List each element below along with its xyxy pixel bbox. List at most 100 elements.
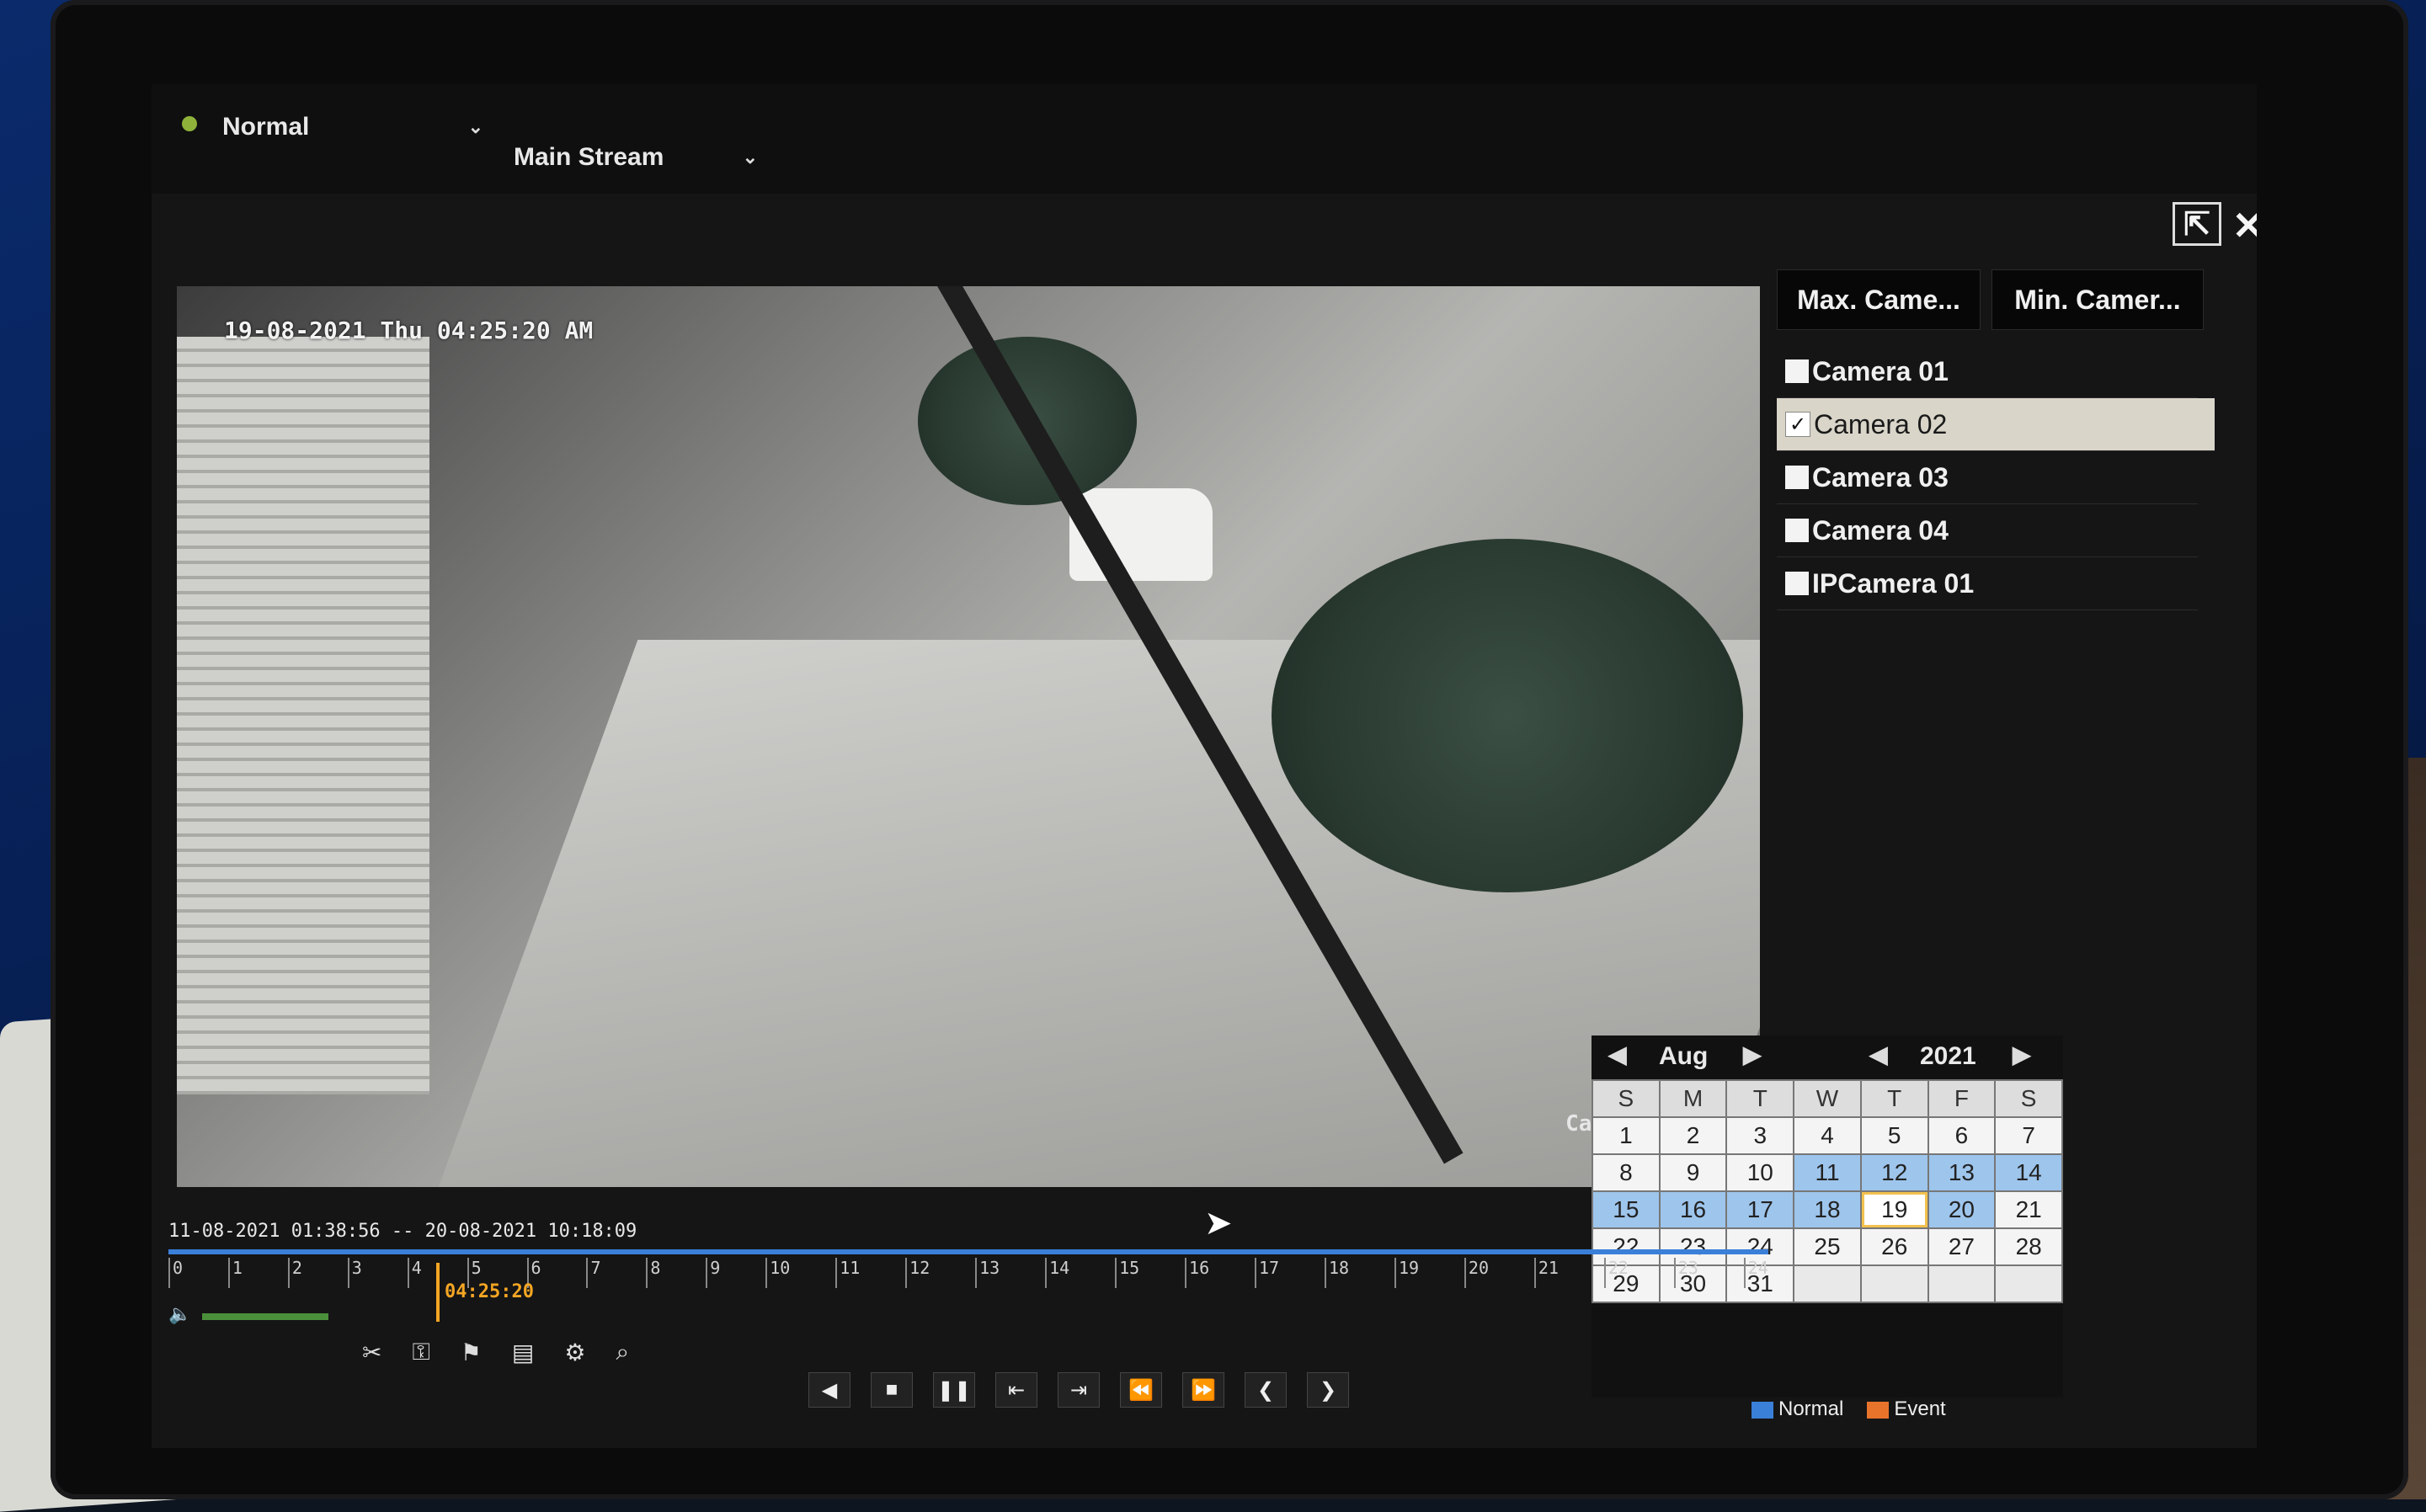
slow-icon[interactable]: ⏪ (1120, 1372, 1162, 1408)
max-camera-button[interactable]: Max. Came... (1777, 269, 1981, 330)
fullscreen-icon[interactable]: ⇱ (2173, 202, 2221, 246)
calendar-day[interactable]: 1 (1593, 1118, 1659, 1153)
reverse-play-icon[interactable]: ◀ (808, 1372, 850, 1408)
zoom-icon[interactable]: ⌕ (616, 1339, 629, 1366)
calendar-day[interactable]: 10 (1727, 1155, 1794, 1190)
min-camera-button[interactable]: Min. Camer... (1991, 269, 2204, 330)
close-icon[interactable]: ✕ (2223, 202, 2257, 249)
timeline-tick: 24 (1743, 1258, 1768, 1288)
camera-list-item[interactable]: Camera 01 (1777, 345, 2198, 398)
playback-timeline[interactable]: 11-08-2021 01:38:56 -- 20-08-2021 10:18:… (168, 1221, 1768, 1423)
legend-normal-swatch (1752, 1401, 1773, 1419)
timeline-tick: 19 (1394, 1258, 1419, 1288)
calendar-weekday: T (1861, 1081, 1927, 1116)
calendar-day[interactable]: 11 (1794, 1155, 1860, 1190)
camera-list-item[interactable]: IPCamera 01 (1777, 557, 2198, 610)
calendar-day[interactable]: 5 (1861, 1118, 1927, 1153)
calendar-empty-cell (1996, 1266, 2061, 1302)
timeline-tick: 4 (407, 1258, 422, 1288)
timeline-playhead[interactable] (436, 1263, 440, 1322)
calendar-day[interactable]: 26 (1861, 1229, 1927, 1264)
calendar-day[interactable]: 14 (1996, 1155, 2061, 1190)
calendar-empty-cell (1861, 1266, 1927, 1302)
calendar-day[interactable]: 28 (1996, 1229, 2061, 1264)
calendar-day[interactable]: 6 (1928, 1118, 1995, 1153)
timeline-hour-ticks: 0 1 2 3 4 5 6 7 8 9 10 11 12 13 14 15 16 17 18 19 20 21 22 23 24 (168, 1258, 1768, 1308)
video-playback-view[interactable]: 19-08-2021 Thu 04:25:20 AM Camera 02 (177, 286, 1760, 1187)
calendar-month: Aug (1659, 1042, 1709, 1070)
camera-list-item[interactable]: Camera 03 (1777, 451, 2198, 504)
calendar-day[interactable]: 18 (1794, 1192, 1860, 1227)
playback-mode-dropdown[interactable]: Normal ⌄ (222, 113, 483, 141)
camera-list-item[interactable]: Camera 04 (1777, 504, 2198, 557)
timeline-record-bar (168, 1249, 1768, 1254)
calendar-day[interactable]: 20 (1928, 1192, 1995, 1227)
camera-label: IPCamera 01 (1812, 567, 1975, 599)
timeline-tick: 9 (706, 1258, 720, 1288)
calendar-day[interactable]: 7 (1996, 1118, 2061, 1153)
folder-icon[interactable]: ▤ (512, 1339, 534, 1366)
stop-icon[interactable]: ■ (871, 1372, 913, 1408)
calendar-day[interactable]: 12 (1861, 1155, 1927, 1190)
timeline-tick: 15 (1115, 1258, 1139, 1288)
calendar-year: 2021 (1920, 1042, 1976, 1070)
calendar-weekday: F (1928, 1081, 1995, 1116)
stream-type-dropdown[interactable]: Main Stream ⌄ (514, 143, 758, 172)
calendar-empty-cell (1928, 1266, 1995, 1302)
checkbox[interactable] (1785, 359, 1809, 383)
chevron-down-icon: ⌄ (742, 146, 758, 168)
calendar-day[interactable]: 21 (1996, 1192, 2061, 1227)
calendar-day[interactable]: 13 (1928, 1155, 1995, 1190)
checkbox[interactable] (1785, 466, 1809, 489)
playback-mode-value: Normal (222, 113, 310, 141)
checkbox-checked[interactable]: ✓ (1785, 412, 1810, 437)
calendar-day[interactable]: 2 (1660, 1118, 1726, 1153)
calendar-day[interactable]: 9 (1660, 1155, 1726, 1190)
camera-label: Camera 03 (1812, 461, 1949, 492)
prev-day-icon[interactable]: ❮ (1245, 1372, 1287, 1408)
osd-timestamp: 19-08-2021 Thu 04:25:20 AM (224, 317, 594, 344)
timeline-tick: 14 (1045, 1258, 1069, 1288)
camera-list-item[interactable]: ✓ Camera 02 (1777, 398, 2215, 451)
timeline-tick: 21 (1533, 1258, 1559, 1288)
checkbox[interactable] (1785, 572, 1809, 595)
timeline-tick: 8 (646, 1258, 660, 1288)
next-day-icon[interactable]: ❯ (1307, 1372, 1349, 1408)
next-month-icon[interactable]: ▶ (1743, 1041, 1762, 1068)
timeline-range: 11-08-2021 01:38:56 -- 20-08-2021 10:18:… (168, 1221, 637, 1242)
prev-month-icon[interactable]: ◀ (1608, 1041, 1627, 1068)
playback-controls: ◀ ■ ❚❚ ⇤ ⇥ ⏪ ⏩ ❮ ❯ (808, 1372, 1349, 1408)
camera-list: Camera 01 ✓ Camera 02 Camera 03 Camera 0… (1777, 345, 2215, 610)
legend-normal: Normal (1752, 1398, 1843, 1421)
calendar-day[interactable]: 25 (1794, 1229, 1860, 1264)
calendar-day[interactable]: 4 (1794, 1118, 1860, 1153)
legend-event-swatch (1867, 1401, 1890, 1419)
tag-icon[interactable]: ⚑ (461, 1339, 482, 1366)
timeline-tick: 2 (287, 1258, 302, 1288)
timeline-tick: 22 (1603, 1258, 1629, 1288)
checkbox[interactable] (1785, 519, 1809, 542)
next-year-icon[interactable]: ▶ (2013, 1041, 2031, 1068)
pause-icon[interactable]: ❚❚ (933, 1372, 975, 1408)
timeline-tick: 10 (765, 1258, 790, 1288)
fast-icon[interactable]: ⏩ (1182, 1372, 1224, 1408)
step-back-icon[interactable]: ⇤ (995, 1372, 1037, 1408)
clip-icon[interactable]: ✂ (362, 1339, 381, 1366)
timeline-tick: 23 (1673, 1258, 1698, 1288)
calendar-day[interactable]: 8 (1593, 1155, 1659, 1190)
camera-label: Camera 01 (1812, 355, 1949, 386)
step-forward-icon[interactable]: ⇥ (1058, 1372, 1100, 1408)
calendar-day[interactable]: 3 (1727, 1118, 1794, 1153)
calendar-weekday: M (1660, 1081, 1726, 1116)
legend-event: Event (1867, 1398, 1946, 1421)
timeline-tick: 13 (975, 1258, 1000, 1288)
calendar-day[interactable]: 27 (1928, 1229, 1995, 1264)
volume-slider[interactable] (202, 1313, 328, 1320)
calendar-day[interactable]: 19 (1861, 1192, 1927, 1227)
playhead-time: 04:25:20 (445, 1281, 534, 1302)
prev-year-icon[interactable]: ◀ (1869, 1041, 1888, 1068)
calendar-header: ◀ Aug ▶ ◀ 2021 ▶ (1592, 1036, 2063, 1079)
volume-icon[interactable]: 🔈 (168, 1303, 191, 1325)
settings-icon[interactable]: ⚙ (564, 1339, 585, 1366)
lock-icon[interactable]: ⚿ (412, 1339, 429, 1366)
